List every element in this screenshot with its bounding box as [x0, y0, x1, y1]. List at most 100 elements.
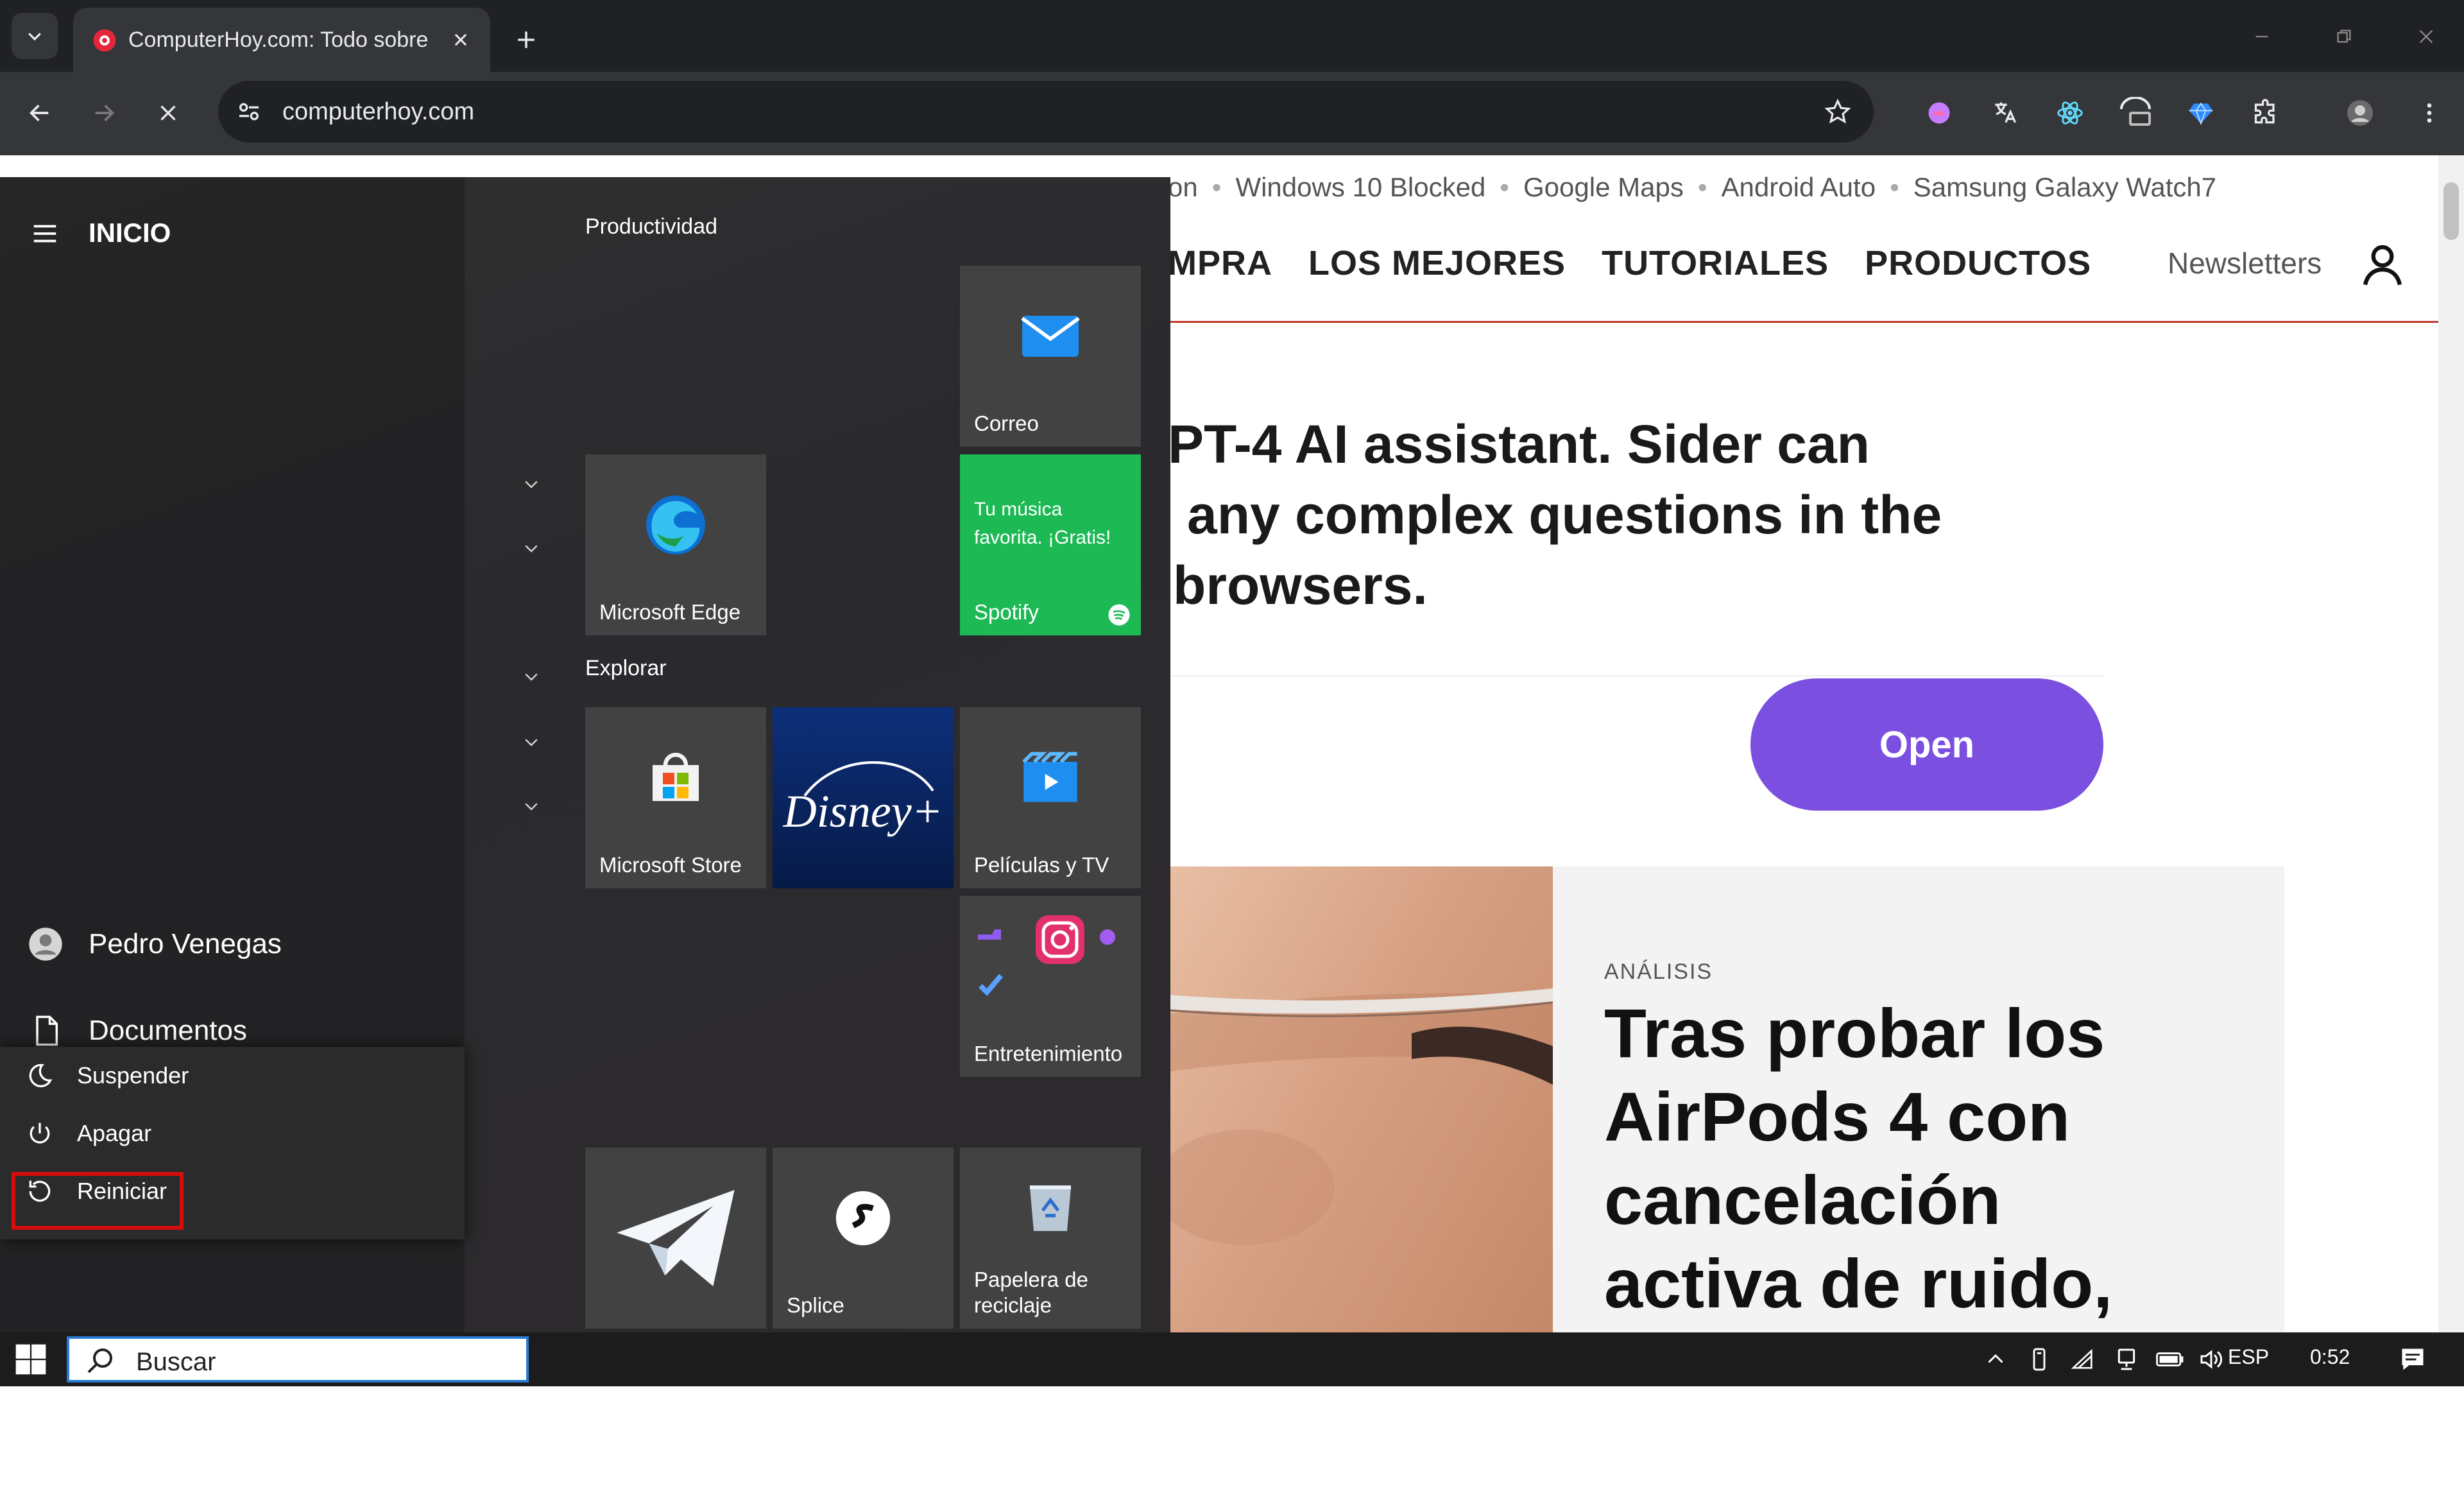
input-language-indicator[interactable]: ESP — [2228, 1345, 2269, 1369]
browser-toolbar: computerhoy.com — [0, 72, 2464, 155]
expand-group-button[interactable] — [518, 535, 544, 561]
extension-button[interactable] — [1920, 94, 1958, 132]
hamburger-menu-button[interactable] — [26, 214, 64, 253]
movies-tv-icon — [1022, 752, 1077, 802]
tile-mail[interactable]: Correo — [960, 266, 1141, 447]
network-tray-button[interactable] — [2111, 1344, 2142, 1375]
page-scrollbar[interactable] — [2438, 155, 2464, 1333]
tile-recycle-bin[interactable]: Papelera de reciclaje — [960, 1148, 1141, 1329]
tile-microsoft-edge[interactable]: Microsoft Edge — [585, 454, 766, 635]
tile-label: Microsoft Edge — [599, 600, 741, 624]
trending-link[interactable]: Samsung Galaxy Watch7 — [1913, 172, 2216, 202]
tile-disney-plus[interactable]: Disney+ — [773, 707, 954, 888]
nav-item[interactable]: LOS MEJORES — [1308, 244, 1566, 282]
power-button[interactable]: Inicio/Apagado — [0, 1430, 465, 1507]
new-tab-button[interactable] — [507, 21, 545, 59]
tile-label: Entretenimiento — [974, 1042, 1123, 1065]
translate-icon — [1995, 102, 2017, 123]
close-window-button[interactable] — [2397, 14, 2455, 59]
suspend-option[interactable]: Suspender — [0, 1047, 465, 1105]
face-closeup-image — [1168, 988, 1553, 1245]
plus-icon — [518, 31, 535, 48]
tab-list-button[interactable] — [12, 13, 58, 59]
arrow-left-icon — [30, 105, 49, 121]
wifi-icon — [2071, 1348, 2092, 1369]
back-button[interactable] — [17, 90, 63, 136]
arrow-right-icon — [95, 105, 114, 121]
microsoft-store-icon — [653, 752, 699, 801]
trending-link[interactable]: on — [1168, 172, 1198, 202]
ad-open-button[interactable]: Open — [1750, 678, 2103, 811]
tile-spotify[interactable]: Tu música favorita. ¡Gratis! Spotify — [960, 454, 1141, 635]
expand-group-button[interactable] — [518, 664, 544, 689]
speaker-icon — [2200, 1350, 2222, 1369]
tile-entertainment-folder[interactable]: Entretenimiento — [960, 896, 1141, 1077]
volume-tray-button[interactable] — [2196, 1344, 2227, 1375]
site-info-button[interactable] — [231, 94, 267, 130]
battery-tray-button[interactable] — [2155, 1344, 2186, 1375]
tune-icon — [239, 103, 259, 121]
article-title[interactable]: Tras probar los AirPods 4 con cancelació… — [1604, 992, 2272, 1325]
star-icon — [1824, 98, 1851, 124]
taskbar-clock[interactable]: 0:52 — [2310, 1345, 2350, 1369]
show-hidden-icons-button[interactable] — [1980, 1344, 2011, 1375]
taskbar-search-box[interactable]: Buscar — [67, 1336, 529, 1382]
windows-start-icon[interactable] — [13, 1341, 49, 1377]
restore-button[interactable] — [2315, 14, 2373, 59]
tile-telegram[interactable] — [585, 1148, 766, 1329]
expand-group-button[interactable] — [518, 793, 544, 819]
browser-menu-button[interactable] — [2410, 94, 2449, 132]
usb-tray-button[interactable] — [2024, 1344, 2055, 1375]
gem-extension-button[interactable] — [2182, 94, 2220, 132]
scrollbar-thumb[interactable] — [2443, 182, 2459, 240]
nav-item[interactable]: PRODUCTOS — [1865, 244, 2091, 282]
shutdown-option[interactable]: Apagar — [0, 1105, 465, 1162]
power-icon — [30, 1123, 50, 1144]
usb-icon — [2033, 1348, 2046, 1371]
group-label-explore[interactable]: Explorar — [585, 656, 667, 681]
extensions-menu-button[interactable] — [2247, 94, 2286, 132]
article-kicker: ANÁLISIS — [1604, 960, 1713, 984]
expand-group-button[interactable] — [518, 729, 544, 755]
stop-loading-button[interactable] — [145, 90, 191, 136]
browser-tab[interactable]: ComputerHoy.com: Todo sobre — [73, 8, 490, 72]
expand-group-button[interactable] — [518, 471, 544, 497]
trending-link[interactable]: Windows 10 Blocked — [1235, 172, 1485, 202]
forward-button[interactable] — [81, 90, 127, 136]
tile-movies-tv[interactable]: Películas y TV — [960, 707, 1141, 888]
more-vertical-icon — [2427, 103, 2432, 123]
nav-item[interactable]: TUTORIALES — [1602, 244, 1829, 282]
wifi-tray-button[interactable] — [2067, 1344, 2098, 1375]
start-menu-title: INICIO — [89, 218, 171, 248]
react-devtools-button[interactable] — [2051, 94, 2089, 132]
newsletters-link[interactable]: Newsletters — [2168, 244, 2322, 282]
entertainment-apps-icon — [978, 915, 1115, 996]
trending-link[interactable]: Android Auto — [1722, 172, 1876, 202]
user-account-button[interactable]: Pedro Venegas — [0, 906, 465, 983]
bookmark-button[interactable] — [1820, 94, 1856, 130]
tab-close-button[interactable] — [447, 26, 475, 54]
hamburger-icon — [33, 225, 56, 243]
disney-plus-logo-icon: Disney+ — [783, 761, 943, 837]
article-card[interactable]: ANÁLISIS Tras probar los AirPods 4 con c… — [1553, 866, 2284, 1333]
group-label-productivity[interactable]: Productividad — [585, 214, 717, 239]
tile-splice[interactable]: Splice — [773, 1148, 954, 1329]
tile-label: Películas y TV — [974, 853, 1109, 877]
close-icon — [454, 33, 467, 46]
address-bar[interactable]: computerhoy.com — [218, 81, 1874, 142]
tile-microsoft-store[interactable]: Microsoft Store — [585, 707, 766, 888]
trending-link[interactable]: Google Maps — [1523, 172, 1684, 202]
url-text[interactable]: computerhoy.com — [282, 96, 474, 127]
chevron-down-icon — [525, 673, 538, 681]
article-photo[interactable] — [1168, 866, 1553, 1333]
profile-button[interactable] — [2341, 94, 2379, 132]
user-icon[interactable] — [2358, 240, 2407, 289]
power-icon — [33, 1456, 58, 1481]
tile-label: Microsoft Store — [599, 853, 742, 877]
nav-item[interactable]: MPRA — [1168, 244, 1272, 282]
translate-extension-button[interactable] — [1985, 94, 2024, 132]
ad-line: PT-4 AI assistant. Sider can — [1168, 414, 1870, 474]
notification-center-button[interactable] — [2397, 1344, 2428, 1375]
minimize-button[interactable] — [2233, 14, 2291, 59]
ad-block-off-button[interactable] — [2116, 94, 2155, 132]
